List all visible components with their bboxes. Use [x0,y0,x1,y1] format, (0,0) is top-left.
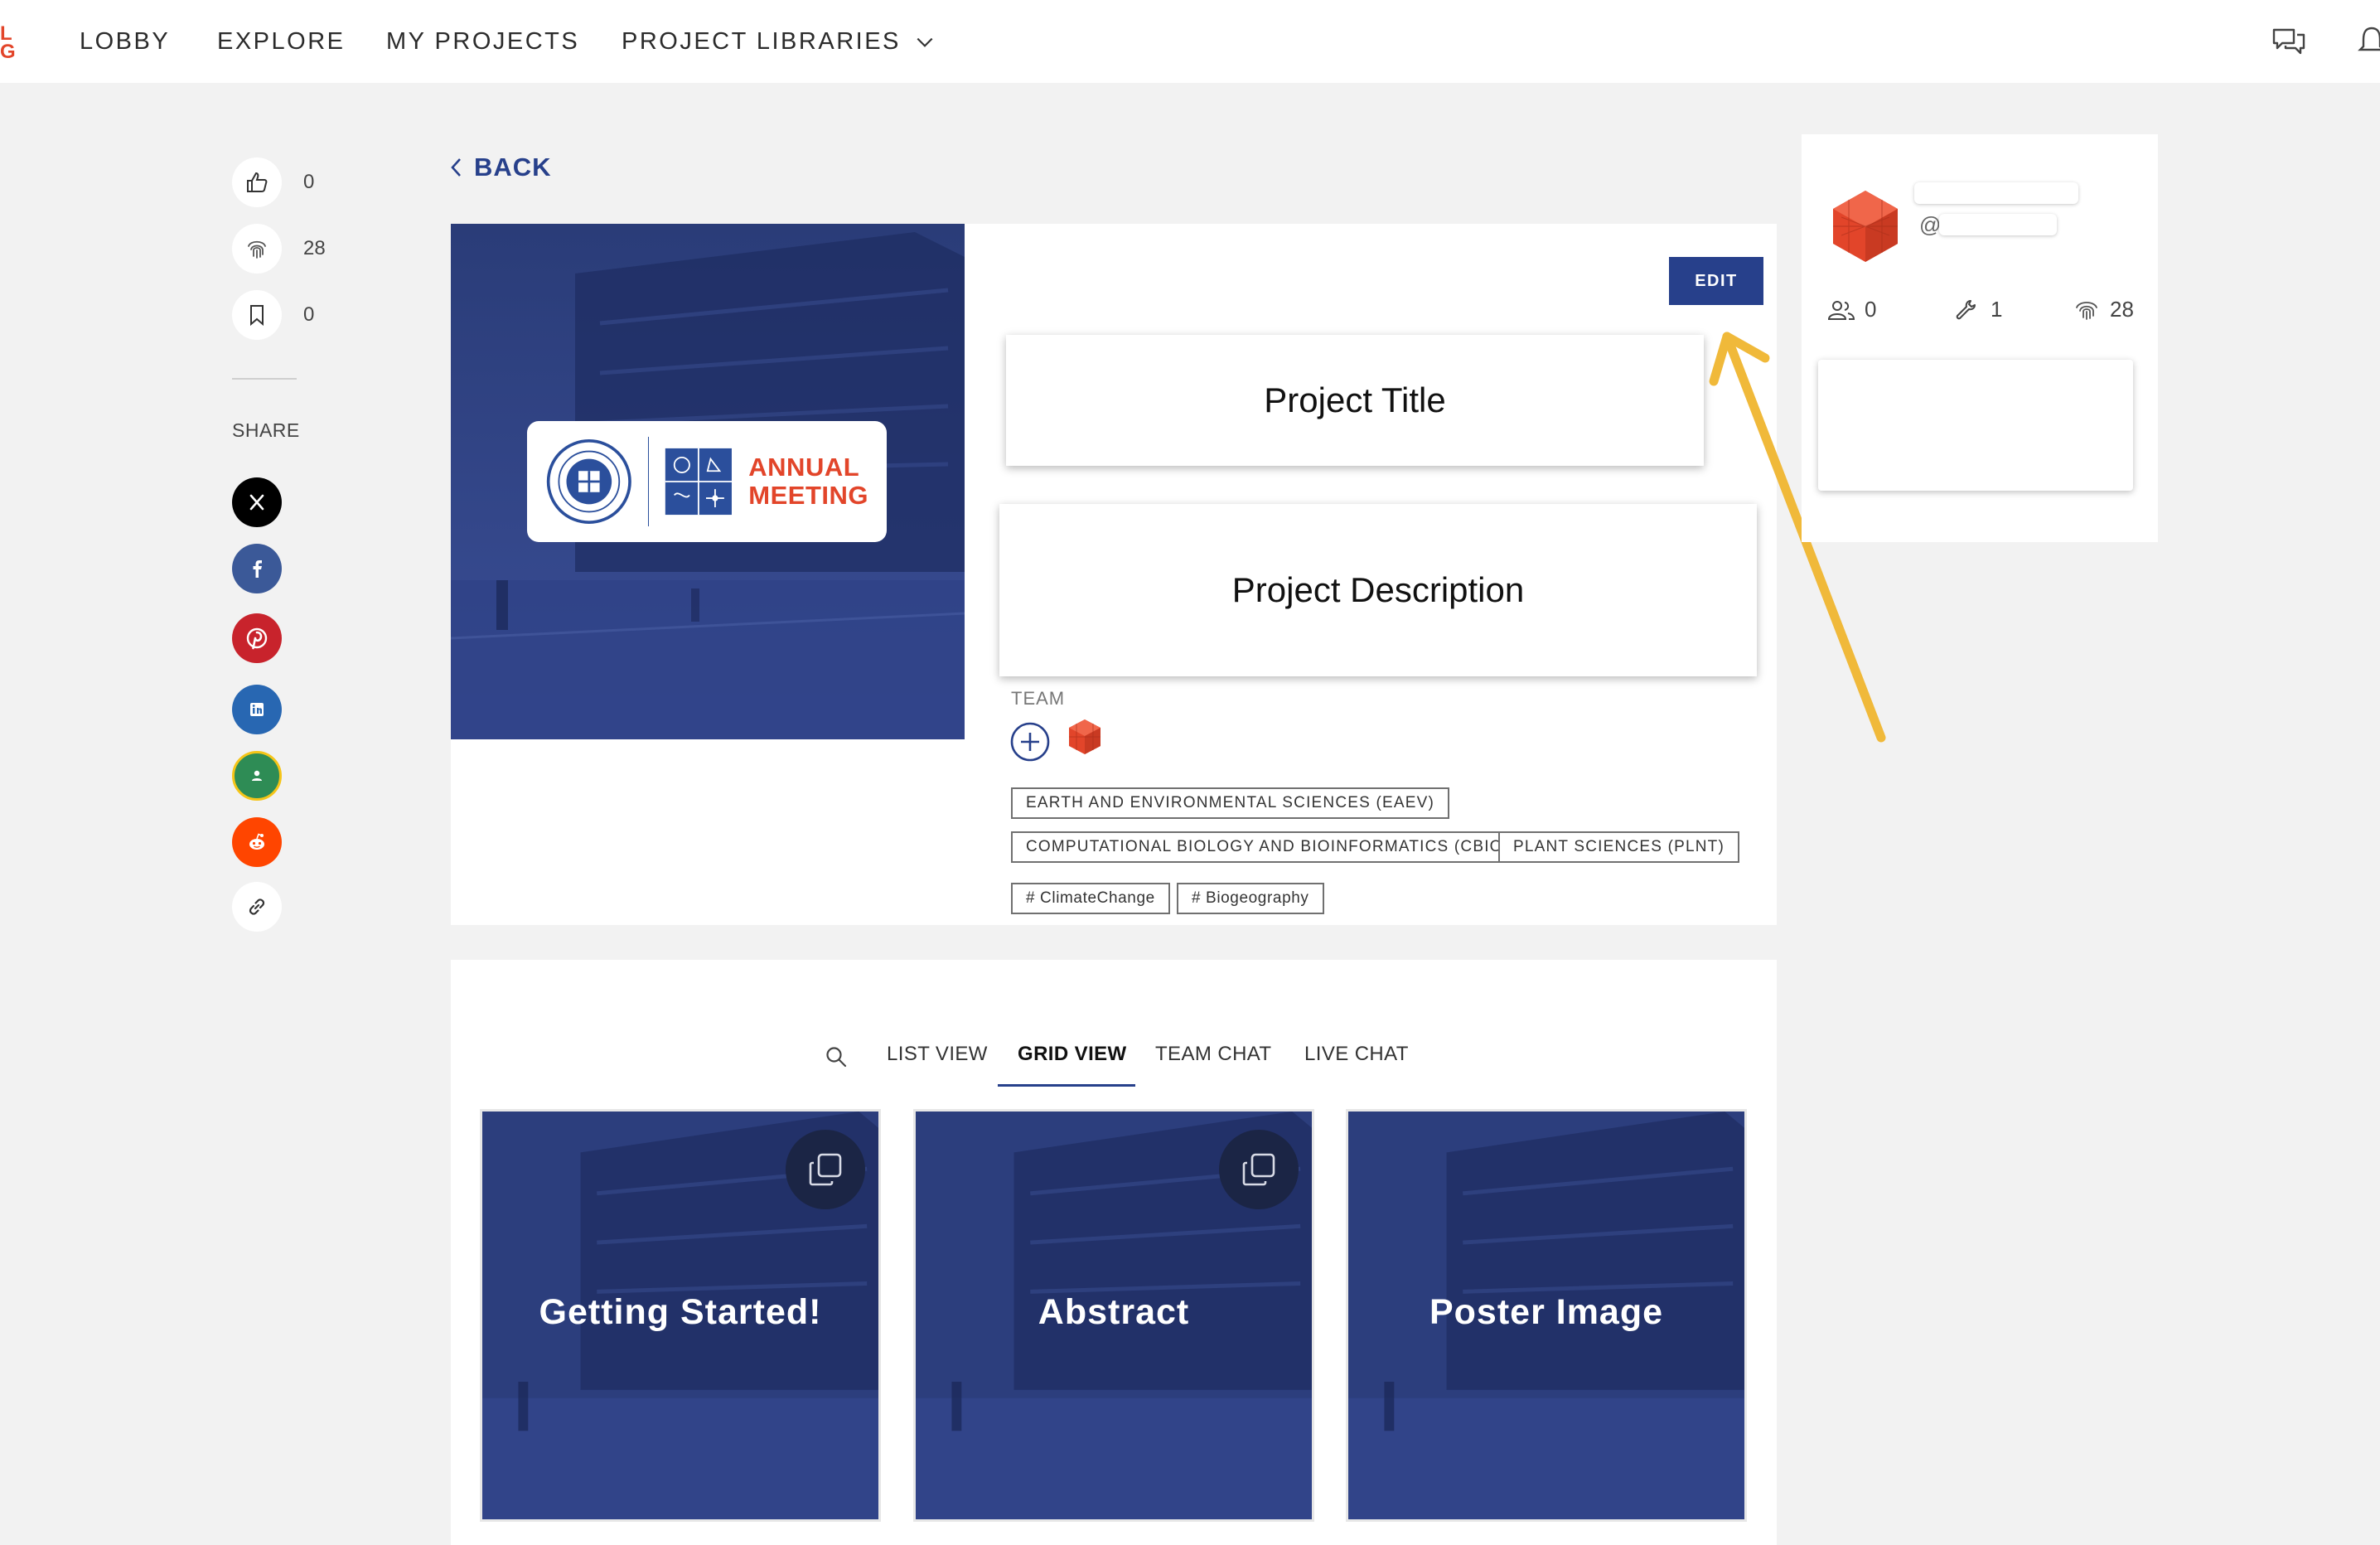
event-logo: ANNUAL MEETING [527,421,887,542]
tab-team-chat[interactable]: TEAM CHAT [1155,1043,1272,1066]
annual-meeting-text: ANNUAL MEETING [748,453,868,510]
category-tag-plnt[interactable]: PLANT SCIENCES (PLNT) [1498,831,1740,863]
active-tab-indicator [998,1084,1135,1087]
rail-divider [232,378,297,380]
logo-line-1: ANNUAL [748,453,860,482]
pinterest-icon [246,627,268,650]
duplicate-button[interactable] [1219,1130,1299,1209]
thumbs-up-icon [247,172,268,192]
share-google-classroom-button[interactable] [232,751,282,801]
views-indicator [232,224,282,274]
share-reddit-button[interactable] [232,817,282,867]
chevron-down-icon [917,37,933,47]
brand-logo[interactable]: LG [0,25,22,61]
category-tag-cbio[interactable]: COMPUTATIONAL BIOLOGY AND BIOINFORMATICS… [1011,831,1525,863]
copy-icon [1242,1153,1275,1186]
tab-grid-view[interactable]: GRID VIEW [1018,1043,1127,1066]
fingerprint-icon [2076,301,2097,320]
bell-icon[interactable] [2353,25,2380,58]
hashtag-biogeography[interactable]: # Biogeography [1177,883,1324,914]
copy-link-button[interactable] [232,882,282,932]
team-label: TEAM [1011,688,1066,709]
owner-bio-box [1818,360,2133,491]
profile-views-count: 28 [2110,297,2134,322]
tab-live-chat[interactable]: LIVE CHAT [1304,1043,1409,1066]
redacted-handle [1939,214,2057,235]
top-nav: LG LOBBY EXPLORE MY PROJECTS PROJECT LIB… [0,0,2380,83]
academy-seal-icon [546,438,631,525]
share-linkedin-button[interactable] [232,685,282,734]
share-x-button[interactable] [232,477,282,527]
share-facebook-button[interactable] [232,544,282,593]
tab-list-view[interactable]: LIST VIEW [887,1043,988,1066]
science-puzzle-icon [665,448,733,516]
add-team-member-icon[interactable] [1009,721,1051,763]
fingerprint-icon [248,240,266,259]
hashtag-climatechange[interactable]: # ClimateChange [1011,883,1170,914]
bookmark-icon [250,305,264,327]
users-icon [1827,300,1855,320]
chevron-left-icon [451,158,461,177]
edit-button[interactable]: EDIT [1669,257,1763,305]
grid-card-title: Abstract [1038,1292,1190,1332]
grid-card-title: Getting Started! [539,1292,822,1332]
nav-lobby[interactable]: LOBBY [80,28,170,56]
team-member-avatar[interactable] [1066,718,1104,756]
linkedin-icon [250,703,264,716]
copy-icon [809,1153,842,1186]
project-description-field[interactable]: Project Description [999,504,1757,676]
nav-explore[interactable]: EXPLORE [217,28,346,56]
grid-card-abstract[interactable]: Abstract [913,1109,1314,1522]
profile-views-stat: 28 [2072,297,2134,322]
x-logo-icon [249,494,264,511]
nav-project-libraries[interactable]: PROJECT LIBRARIES [622,28,936,56]
bookmarks-stat: 0 [232,290,314,340]
logo-line-2: MEETING [748,481,869,510]
likes-stat: 0 [232,157,314,207]
search-icon[interactable] [824,1044,849,1069]
share-pinterest-button[interactable] [232,613,282,663]
projects-stat: 1 [1952,297,2002,322]
facebook-icon [253,560,262,578]
logo-divider [647,437,650,526]
projects-count: 1 [1991,297,2003,322]
nav-project-libraries-label: PROJECT LIBRARIES [622,28,901,55]
project-title-field[interactable]: Project Title [1006,335,1704,466]
wrench-icon [1956,299,1976,319]
like-button[interactable] [232,157,282,207]
views-count: 28 [303,237,326,259]
views-stat: 28 [232,224,326,274]
followers-stat: 0 [1826,297,1876,322]
reddit-icon [249,833,264,850]
bookmark-button[interactable] [232,290,282,340]
back-link[interactable]: BACK [447,153,552,182]
grid-card-title: Poster Image [1429,1292,1664,1332]
redacted-name [1914,182,2078,204]
chat-icon[interactable] [2271,25,2307,58]
followers-count: 0 [1865,297,1877,322]
likes-count: 0 [303,171,315,193]
owner-handle-prefix: @ [1919,212,1942,237]
share-label: SHARE [232,419,300,441]
back-label: BACK [474,153,552,182]
nav-my-projects[interactable]: MY PROJECTS [386,28,579,56]
grid-card-getting-started[interactable]: Getting Started! [480,1109,881,1522]
google-classroom-icon [252,770,262,781]
duplicate-button[interactable] [786,1130,865,1209]
grid-card-poster-image[interactable]: Poster Image [1346,1109,1747,1522]
owner-avatar[interactable] [1828,189,1903,264]
bookmarks-count: 0 [303,303,315,326]
category-tag-eaev[interactable]: EARTH AND ENVIRONMENTAL SCIENCES (EAEV) [1011,787,1450,819]
link-icon [249,898,265,915]
